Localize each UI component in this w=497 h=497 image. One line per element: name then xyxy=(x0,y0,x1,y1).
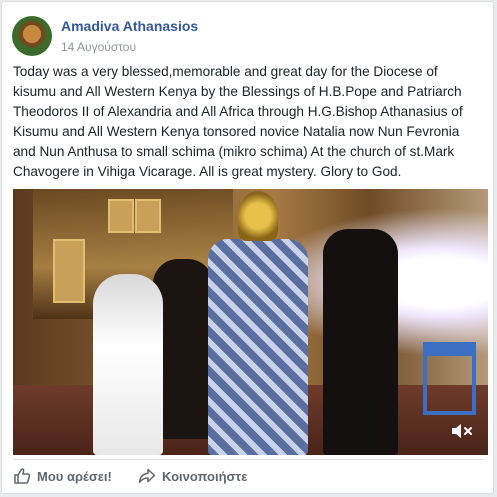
actions-divider xyxy=(13,459,484,460)
post-timestamp[interactable]: 14 Αυγούστου xyxy=(61,40,136,54)
author-name-link[interactable]: Amadiva Athanasios xyxy=(61,18,198,34)
video-icon-panel xyxy=(108,199,134,233)
author-avatar[interactable] xyxy=(12,16,52,56)
video-figure xyxy=(323,229,398,455)
speaker-muted-icon[interactable] xyxy=(450,421,474,441)
post-actions: Μου αρέσει! Κοινοποιήστε xyxy=(13,462,483,492)
video-player[interactable] xyxy=(13,189,488,455)
like-button[interactable]: Μου αρέσει! xyxy=(13,462,112,490)
post-card: Amadiva Athanasios 14 Αυγούστου Today wa… xyxy=(1,1,494,494)
post-text: Today was a very blessed,memorable and g… xyxy=(13,64,463,179)
video-figure xyxy=(93,274,163,455)
video-mitre xyxy=(238,191,278,241)
like-label: Μου αρέσει! xyxy=(37,468,112,484)
video-icon-panel xyxy=(135,199,161,233)
video-icon-panel xyxy=(53,239,85,303)
thumbs-up-icon xyxy=(14,468,31,484)
video-chair xyxy=(423,342,476,415)
post-header: Amadiva Athanasios 14 Αυγούστου xyxy=(12,13,482,57)
share-button[interactable]: Κοινοποιήστε xyxy=(138,462,247,490)
share-arrow-icon xyxy=(138,468,156,484)
share-label: Κοινοποιήστε xyxy=(162,468,248,484)
video-figure xyxy=(208,239,308,455)
